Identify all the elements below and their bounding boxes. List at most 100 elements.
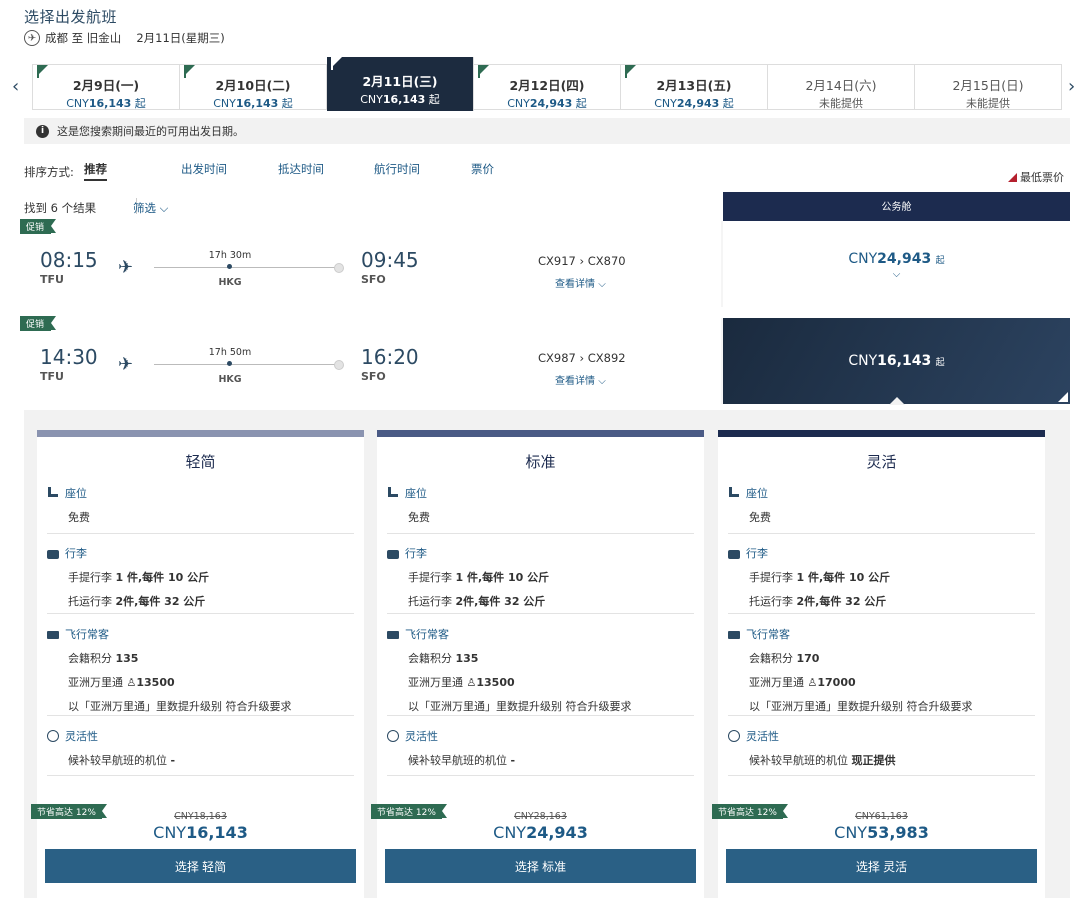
date-tab[interactable]: 2月14日(六) 未能提供 — [768, 65, 915, 110]
business-fare-cell[interactable]: CNY16,143 起 — [723, 318, 1070, 405]
sort-option-departure[interactable]: 出发时间 — [181, 161, 227, 177]
flight-info: 促销 14:30 TFU ✈ 17h 50m HKG 16:20 SFO CX987 › CX8… — [20, 316, 721, 404]
date-tab-price: CNY16,143 起 — [213, 97, 293, 110]
divider — [387, 715, 694, 716]
divider — [387, 533, 694, 534]
filter-button[interactable]: 筛选 ⌵ — [133, 200, 168, 216]
upgrade-eligibility: 以「亚洲万里通」里数提升级别 符合升级要求 — [408, 700, 632, 713]
chevron-down-icon: ⌵ — [598, 279, 606, 290]
divider — [47, 715, 354, 716]
fare-price: CNY24,943 起 — [848, 251, 945, 267]
date-tab[interactable]: 2月11日(三) CNY16,143 起 — [327, 57, 474, 111]
checked-allowance: 托运行李 2件,每件 32 公斤 — [408, 595, 546, 608]
route-end-dot — [334, 360, 344, 370]
luggage-icon — [47, 549, 59, 559]
seat-value: 免费 — [408, 511, 430, 524]
standby-earlier-flight: 候补较早航班的机位 现正提供 — [749, 754, 896, 767]
baggage-section: 行李 手提行李 1 件,每件 10 公斤 托运行李 2件,每件 32 公斤 — [387, 545, 694, 609]
date-tab-price: CNY24,943 起 — [654, 97, 734, 110]
results-count: 找到 6 个结果 — [24, 201, 97, 215]
date-tab[interactable]: 2月9日(一) CNY16,143 起 — [33, 65, 180, 110]
fare-card-bar — [37, 430, 364, 437]
flexibility-heading: 灵活性 — [65, 730, 98, 743]
upgrade-eligibility: 以「亚洲万里通」里数提升级别 符合升级要求 — [749, 700, 973, 713]
flexibility-section: 灵活性 候补较早航班的机位 - — [387, 728, 694, 768]
date-tab[interactable]: 2月12日(四) CNY24,943 起 — [474, 65, 621, 110]
carry-on-allowance: 手提行李 1 件,每件 10 公斤 — [408, 571, 550, 584]
seat-section: 座位 免费 — [387, 485, 694, 525]
departure-time: 14:30 — [40, 345, 98, 369]
fare-title: 灵活 — [866, 453, 897, 471]
date-tab-date: 2月13日(五) — [656, 78, 732, 93]
date-tab[interactable]: 2月10日(二) CNY16,143 起 — [180, 65, 327, 110]
view-details-link[interactable]: 查看详情 ⌵ — [555, 275, 606, 290]
select-fare-button[interactable]: 选择 灵活 — [726, 849, 1037, 883]
arrival-time: 16:20 — [361, 345, 419, 369]
seat-icon — [387, 487, 399, 499]
next-dates-chevron-right-icon[interactable]: › — [1068, 76, 1075, 97]
date-tab[interactable]: 2月13日(五) CNY24,943 起 — [621, 65, 768, 110]
lowest-fare-marker-icon — [1008, 172, 1017, 182]
asia-miles: 亚洲万里通 ♙17000 — [749, 676, 856, 689]
sort-option-price[interactable]: 票价 — [471, 161, 494, 177]
prev-dates-chevron-left-icon[interactable]: ‹ — [12, 76, 19, 97]
lowest-fare-flag-icon — [478, 65, 489, 78]
flexibility-icon — [728, 730, 740, 742]
membership-card-icon — [47, 631, 59, 639]
airplane-icon: ✈ — [118, 257, 134, 278]
frequent-flyer-heading: 飞行常客 — [405, 628, 449, 641]
route-summary: ✈ 成都 至 旧金山 2月11日(星期三) — [24, 30, 225, 46]
arrival-airport: SFO — [361, 273, 386, 286]
seat-section: 座位 免费 — [728, 485, 1035, 525]
divider — [387, 775, 694, 776]
stopover-airport: HKG — [218, 374, 242, 385]
date-tab-price: CNY16,143 起 — [360, 93, 440, 106]
frequent-flyer-section: 飞行常客会籍积分 135 亚洲万里通 ♙13500 以「亚洲万里通」里数提升级别 符… — [387, 626, 694, 714]
date-tab-date: 2月11日(三) — [362, 74, 438, 89]
date-tab-unavailable: 未能提供 — [966, 97, 1010, 110]
seat-section: 座位 免费 — [47, 485, 354, 525]
divider — [47, 775, 354, 776]
stopover-airport: HKG — [218, 277, 242, 288]
asia-miles: 亚洲万里通 ♙13500 — [408, 676, 515, 689]
selected-corner-icon — [1058, 392, 1068, 402]
baggage-section: 行李手提行李 1 件,每件 10 公斤 托运行李 2件,每件 32 公斤 — [47, 545, 354, 609]
divider — [387, 613, 694, 614]
flight-duration: 17h 50m — [208, 347, 252, 358]
frequent-flyer-heading: 飞行常客 — [746, 628, 790, 641]
fare-title: 轻简 — [185, 453, 216, 471]
flexibility-section: 灵活性 候补较早航班的机位 - — [47, 728, 354, 768]
status-points: 会籍积分 170 — [749, 652, 820, 665]
date-selector: ‹ 2月9日(一) CNY16,143 起 2月10日(二) CNY16,143 起2… — [0, 57, 1080, 111]
date-tab[interactable]: 2月15日(日) 未能提供 — [915, 65, 1061, 110]
sort-option-recommended[interactable]: 推荐 — [84, 161, 107, 181]
divider — [47, 613, 354, 614]
carry-on-allowance: 手提行李 1 件,每件 10 公斤 — [68, 571, 210, 584]
select-fare-button[interactable]: 选择 轻简 — [45, 849, 356, 883]
date-tab-date: 2月9日(一) — [72, 78, 140, 93]
lowest-fare-flag-icon — [184, 65, 195, 78]
flight-duration: 17h 30m — [208, 250, 252, 261]
sort-option-duration[interactable]: 航行时间 — [374, 161, 420, 177]
select-fare-button[interactable]: 选择 标准 — [385, 849, 696, 883]
sort-option-arrival[interactable]: 抵达时间 — [278, 161, 324, 177]
lowest-fare-flag-icon — [331, 57, 342, 70]
baggage-heading: 行李 — [65, 547, 87, 560]
checked-allowance: 托运行李 2件,每件 32 公斤 — [749, 595, 887, 608]
divider — [728, 613, 1035, 614]
luggage-icon — [728, 549, 740, 559]
membership-card-icon — [387, 631, 399, 639]
baggage-section: 行李 手提行李 1 件,每件 10 公斤 托运行李 2件,每件 32 公斤 — [728, 545, 1035, 609]
checked-allowance: 托运行李 2件,每件 32 公斤 — [68, 595, 206, 608]
status-points: 会籍积分 135 — [408, 652, 479, 665]
chevron-down-icon: ⌵ — [598, 376, 606, 387]
membership-card-icon — [728, 631, 740, 639]
frequent-flyer-section: 飞行常客会籍积分 170 亚洲万里通 ♙17000 以「亚洲万里通」里数提升级别 符… — [728, 626, 1035, 714]
chevron-down-icon: ⌵ — [892, 269, 901, 280]
asia-miles: 亚洲万里通 ♙13500 — [68, 676, 175, 689]
flight-numbers: CX987 › CX892 — [538, 351, 626, 365]
status-points: 会籍积分 135 — [68, 652, 139, 665]
business-fare-cell[interactable]: CNY24,943 起 ⌵ — [723, 221, 1070, 307]
carry-on-allowance: 手提行李 1 件,每件 10 公斤 — [749, 571, 891, 584]
view-details-link[interactable]: 查看详情 ⌵ — [555, 372, 606, 387]
